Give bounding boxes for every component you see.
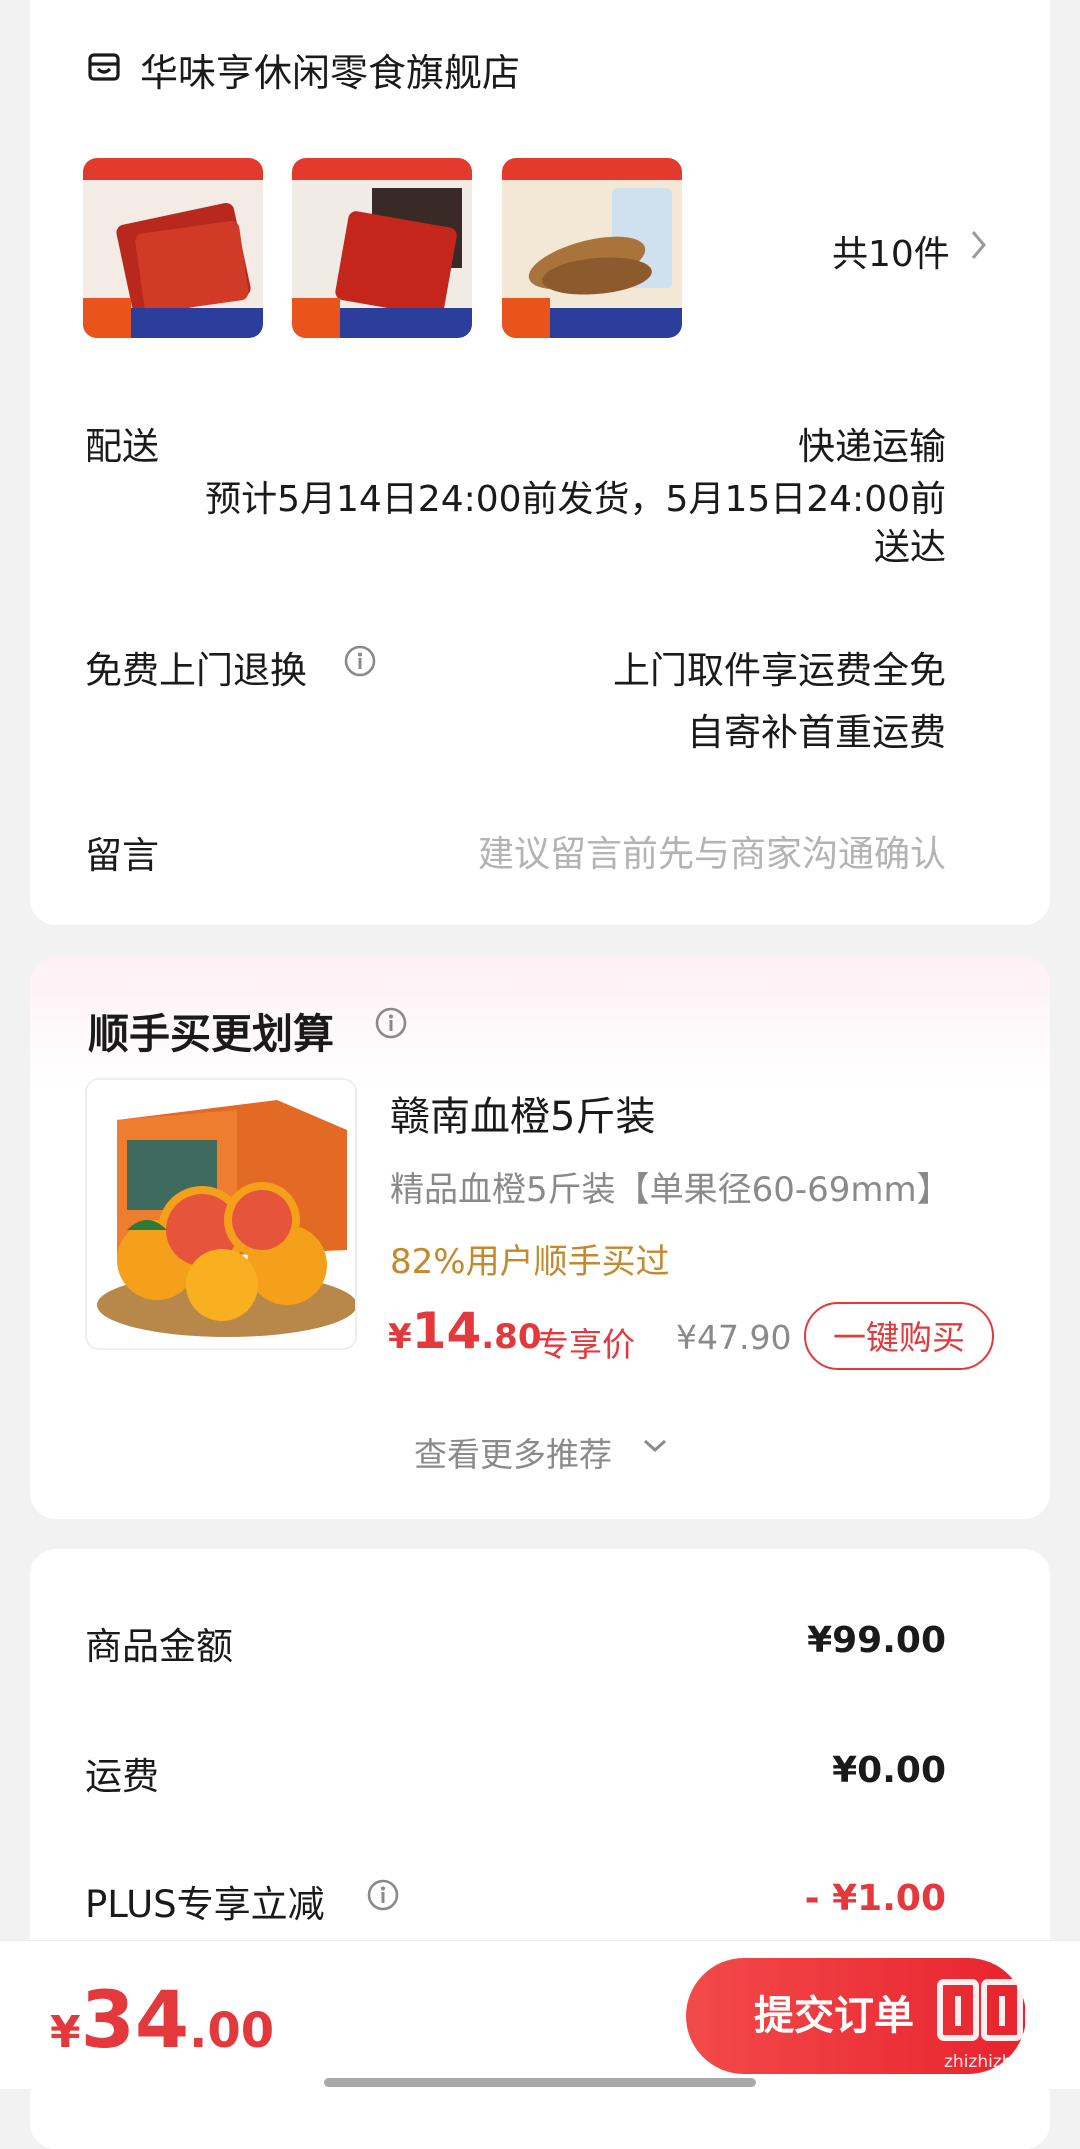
free-return-label: 免费上门退换 [85, 649, 307, 692]
currency-symbol: ¥ [388, 1317, 412, 1357]
message-label: 留言 [85, 834, 159, 877]
info-icon[interactable] [366, 1878, 400, 1912]
total-price: ¥34.00 [50, 1976, 274, 2066]
home-indicator [324, 2078, 756, 2087]
store-icon [88, 53, 120, 81]
price-decimal: .80 [481, 1317, 542, 1357]
message-input[interactable]: 建议留言前先与商家沟通确认 [478, 825, 946, 877]
product-spec: 精品血橙5斤装【单果径60-69mm】 [390, 1170, 951, 1210]
plus-discount-label: PLUS专享立减 [85, 1883, 325, 1926]
return-pickup-text: 上门取件享运费全免 [613, 649, 946, 692]
watermark-text: zhizhizhi.com [944, 2052, 1059, 2072]
plus-discount-value: - ¥1.00 [804, 1878, 946, 1919]
store-name[interactable]: 华味亨休闲零食旗舰店 [140, 42, 520, 97]
original-price: ¥47.90 [676, 1318, 792, 1357]
chevron-down-icon[interactable] [641, 1437, 669, 1455]
return-self-ship-text: 自寄补首重运费 [687, 711, 946, 754]
product-price: ¥14.80 [388, 1302, 542, 1360]
one-click-buy-button[interactable]: 一键购买 [804, 1302, 994, 1370]
delivery-estimate: 预计5月14日24:00前发货，5月15日24:00前 [205, 479, 946, 520]
shipping-fee-label: 运费 [85, 1755, 159, 1798]
delivery-estimate-cont: 送达 [873, 527, 946, 568]
product-name[interactable]: 赣南血橙5斤装 [390, 1084, 655, 1142]
section-title: 顺手买更划算 [88, 1010, 334, 1058]
product-thumbnail-pork-jerky[interactable] [292, 158, 472, 338]
chevron-right-icon[interactable] [970, 228, 988, 262]
more-recommendations-link[interactable]: 查看更多推荐 [414, 1428, 612, 1476]
total-decimal: .00 [189, 2003, 275, 2059]
product-thumbnail-beef-jerky[interactable] [83, 158, 263, 338]
currency-symbol: ¥ [50, 2007, 81, 2058]
price-integer: 14 [411, 1302, 482, 1360]
goods-amount-label: 商品金额 [85, 1625, 233, 1668]
delivery-label: 配送 [85, 425, 159, 468]
product-image[interactable] [85, 1078, 357, 1350]
product-thumbnail-fish-snack[interactable] [502, 158, 682, 338]
product-hint: 82%用户顺手买过 [390, 1242, 670, 1282]
delivery-method: 快递运输 [798, 425, 946, 468]
info-icon[interactable] [374, 1006, 408, 1040]
item-count[interactable]: 共10件 [832, 225, 950, 277]
exclusive-price-tag: 专享价 [536, 1325, 635, 1364]
shipping-fee-value: ¥0.00 [832, 1750, 946, 1791]
total-integer: 34 [80, 1976, 190, 2066]
info-icon[interactable] [343, 644, 377, 678]
goods-amount-value: ¥99.00 [807, 1620, 946, 1661]
